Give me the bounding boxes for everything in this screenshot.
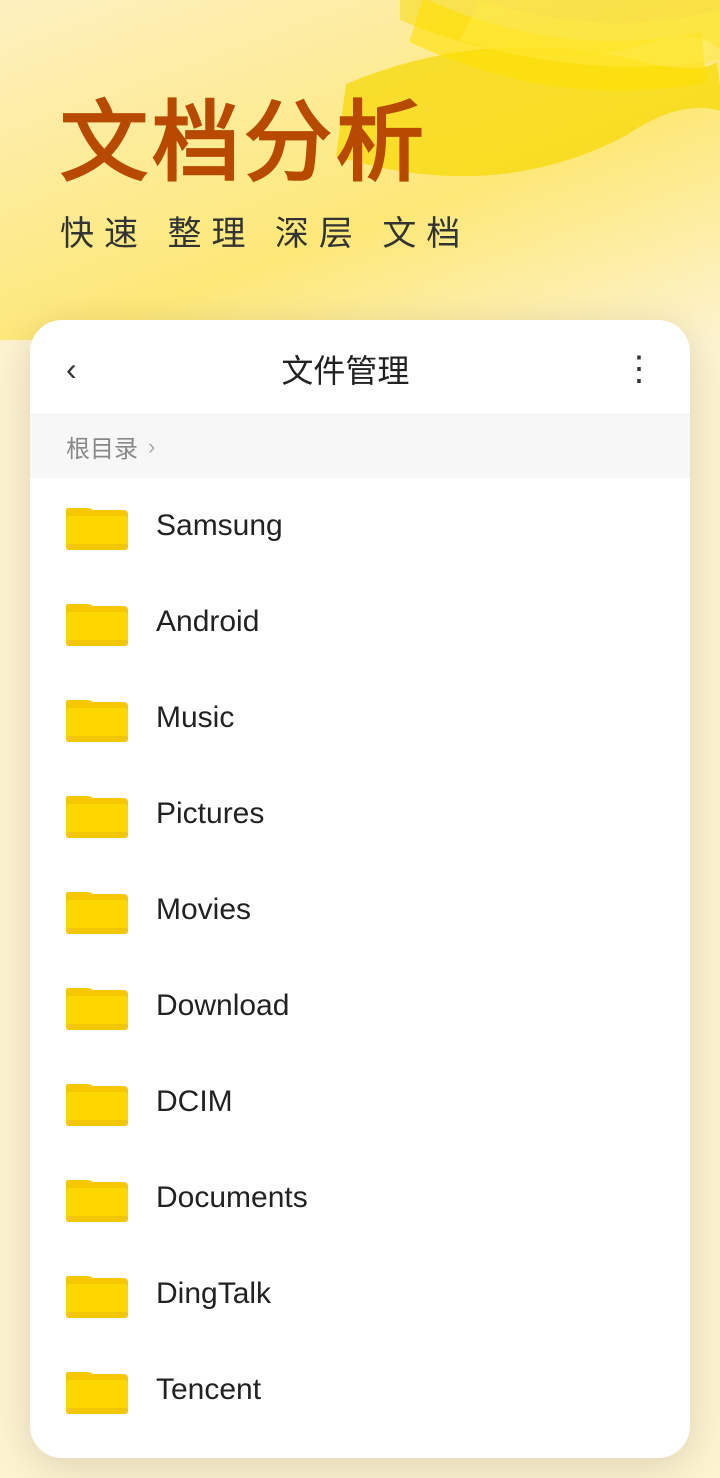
- folder-list: Samsung Android: [30, 478, 690, 1458]
- folder-name: Movies: [156, 893, 251, 927]
- folder-name: Android: [156, 605, 259, 639]
- folder-item[interactable]: Samsung: [30, 478, 690, 574]
- breadcrumb-root[interactable]: 根目录: [66, 429, 138, 464]
- banner-title: 文档分析: [60, 95, 428, 192]
- folder-name: Tencent: [156, 1373, 261, 1407]
- folder-item[interactable]: DingTalk: [30, 1246, 690, 1342]
- header-title: 文件管理: [89, 346, 602, 392]
- folder-icon: [66, 500, 128, 552]
- breadcrumb-arrow-icon: ›: [148, 434, 155, 460]
- folder-name: Music: [156, 701, 234, 735]
- banner-subtitle: 快速 整理 深层 文档: [60, 206, 470, 255]
- phone-card: ‹ 文件管理 ⋮ 根目录 › Samsung: [30, 320, 690, 1458]
- folder-item[interactable]: Pictures: [30, 766, 690, 862]
- folder-icon: [66, 1268, 128, 1320]
- folder-name: Samsung: [156, 509, 283, 543]
- folder-icon: [66, 1076, 128, 1128]
- folder-name: Download: [156, 989, 289, 1023]
- folder-icon: [66, 1172, 128, 1224]
- file-manager-header: ‹ 文件管理 ⋮: [30, 320, 690, 415]
- folder-name: Documents: [156, 1181, 308, 1215]
- folder-name: Pictures: [156, 797, 264, 831]
- folder-item[interactable]: Documents: [30, 1150, 690, 1246]
- breadcrumb: 根目录 ›: [30, 415, 690, 478]
- back-button[interactable]: ‹: [66, 347, 89, 392]
- folder-icon: [66, 596, 128, 648]
- folder-name: DingTalk: [156, 1277, 271, 1311]
- folder-icon: [66, 1364, 128, 1416]
- folder-icon: [66, 884, 128, 936]
- folder-icon: [66, 788, 128, 840]
- folder-item[interactable]: DCIM: [30, 1054, 690, 1150]
- folder-item[interactable]: Download: [30, 958, 690, 1054]
- folder-item[interactable]: Tencent: [30, 1342, 690, 1438]
- folder-item[interactable]: Movies: [30, 862, 690, 958]
- folder-item[interactable]: Android: [30, 574, 690, 670]
- folder-icon: [66, 980, 128, 1032]
- folder-item[interactable]: Music: [30, 670, 690, 766]
- folder-name: DCIM: [156, 1085, 233, 1119]
- top-banner: 文档分析 快速 整理 深层 文档: [0, 0, 720, 340]
- more-button[interactable]: ⋮: [622, 349, 654, 389]
- folder-icon: [66, 692, 128, 744]
